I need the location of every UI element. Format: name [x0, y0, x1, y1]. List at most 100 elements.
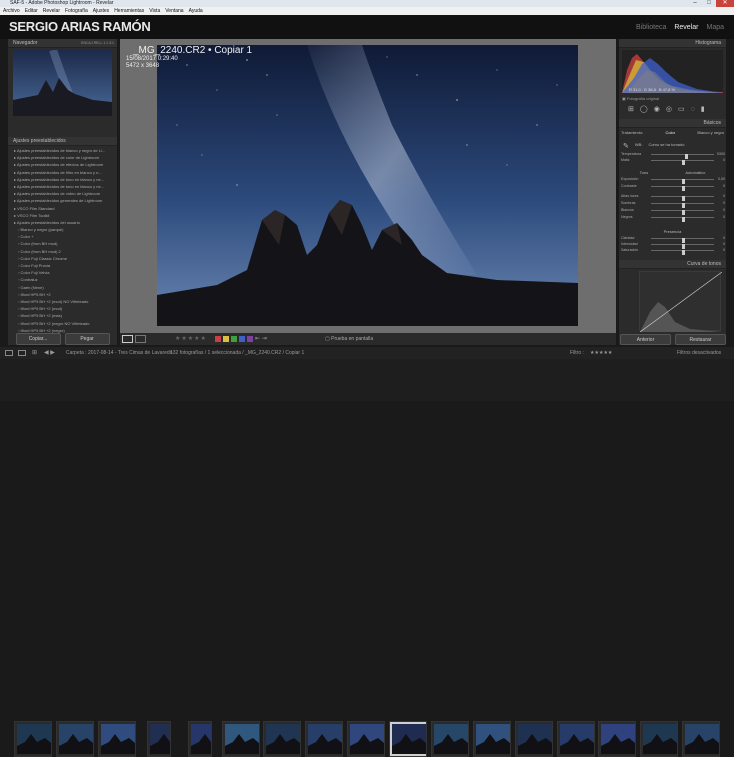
preset-item[interactable]: ▸ Ajustes preestablecidos de blanco y ne…	[8, 147, 117, 154]
zoom-1-1[interactable]: 1:1	[103, 41, 108, 45]
preset-item[interactable]: ▫ Ilford HP5 BH +2	[8, 291, 117, 298]
preset-item[interactable]: ▫ Blanco y negro (parque)	[8, 226, 117, 233]
slider-knob[interactable]	[681, 217, 685, 222]
filter-stars[interactable]: ★★★★★	[590, 347, 612, 359]
folder-path[interactable]: Carpeta : 2017-08-14 - Tres Cimas de Lav…	[66, 347, 172, 359]
navigator-preview[interactable]	[13, 50, 112, 116]
window-1-icon[interactable]	[5, 350, 13, 356]
main-photo[interactable]	[157, 45, 578, 326]
preset-item[interactable]: ▸ Ajustes preestablecidos generales de L…	[8, 197, 117, 204]
slider-value[interactable]: 0	[723, 242, 725, 247]
loupe-view-icon[interactable]	[122, 335, 133, 343]
preset-item[interactable]: ▸ Ajustes preestablecidos de vídeo de Li…	[8, 190, 117, 197]
window-2-icon[interactable]	[18, 350, 26, 356]
filmstrip-thumb[interactable]	[682, 721, 720, 757]
grid-icon[interactable]: ⊞	[628, 105, 634, 113]
slider-value[interactable]: 0	[723, 194, 725, 199]
navigator-header[interactable]: Navegador ENCAJ RELL 1:1 3:1	[8, 39, 117, 48]
preset-item[interactable]: ▸ Ajustes preestablecidos de color de Li…	[8, 154, 117, 161]
color-label-2[interactable]	[231, 336, 237, 342]
eyedropper-icon[interactable]: ✎	[623, 142, 629, 150]
crop-icon[interactable]: ◯	[640, 105, 648, 113]
zoom-fit[interactable]: ENCAJ	[81, 41, 92, 45]
filmstrip-thumb[interactable]	[98, 721, 136, 757]
preset-item[interactable]: ▸ VSCO Film Toolkit	[8, 212, 117, 219]
slider-value[interactable]: 0	[723, 236, 725, 241]
preset-item[interactable]: ▸ VSCO Film Standard	[8, 205, 117, 212]
slider-value[interactable]: 5300	[717, 152, 725, 157]
reset-button[interactable]: Restaurar	[675, 334, 726, 345]
tone-curve-header[interactable]: Curva de tonos	[619, 260, 726, 269]
filmstrip-thumb[interactable]	[640, 721, 678, 757]
paste-button[interactable]: Pegar	[64, 333, 110, 345]
preset-item[interactable]: ▸ Ajustes preestablecidos del usuario	[8, 219, 117, 226]
menu-item-8[interactable]: Ayuda	[189, 8, 203, 14]
back-forward-icon[interactable]: ◀ ▶	[44, 347, 55, 359]
menu-item-6[interactable]: Vista	[149, 8, 160, 14]
nav-arrows-icon[interactable]: ⇤ ⇥	[255, 335, 267, 342]
filmstrip-thumb[interactable]	[431, 721, 469, 757]
slider-value[interactable]: 0	[723, 184, 725, 189]
histogram-header[interactable]: Histograma	[619, 39, 726, 48]
preset-item[interactable]: ▸ Ajustes preestablecidos de tono en bla…	[8, 176, 117, 183]
filmstrip-thumb[interactable]	[347, 721, 385, 757]
auto-button[interactable]: Automático	[685, 170, 705, 175]
compare-view-icon[interactable]	[135, 335, 146, 343]
module-develop[interactable]: Revelar	[674, 24, 698, 31]
slider-track[interactable]	[651, 186, 714, 191]
slider-value[interactable]: 0	[723, 248, 725, 253]
menu-item-0[interactable]: Archivo	[3, 8, 20, 14]
filmstrip-thumb[interactable]	[598, 721, 636, 757]
presets-header[interactable]: Ajustes preestablecidos	[8, 137, 117, 146]
module-map[interactable]: Mapa	[706, 24, 724, 31]
slider-knob[interactable]	[681, 186, 685, 191]
rating-stars[interactable]: ★★★★★	[175, 335, 207, 342]
close-icon[interactable]: ✕	[716, 0, 734, 7]
preset-item[interactable]: ▫ Color Fuji Provia	[8, 262, 117, 269]
filmstrip-thumb[interactable]	[305, 721, 343, 757]
menu-item-4[interactable]: Ajustes	[93, 8, 109, 14]
preset-item[interactable]: ▸ Ajustes preestablecidos de efectos de …	[8, 161, 117, 168]
slider-track[interactable]	[651, 179, 714, 184]
preset-item[interactable]: ▫ Color Fuji Velvia	[8, 269, 117, 276]
menu-item-3[interactable]: Fotografía	[65, 8, 88, 14]
zoom-fill[interactable]: RELL	[94, 41, 103, 45]
treatment-bw[interactable]: Blanco y negro	[697, 130, 724, 135]
slider-track[interactable]	[651, 217, 714, 222]
slider-track[interactable]	[651, 238, 714, 243]
menu-item-1[interactable]: Editar	[25, 8, 38, 14]
filmstrip-thumb[interactable]	[14, 721, 52, 757]
filmstrip-thumb[interactable]	[263, 721, 301, 757]
preset-item[interactable]: ▫ Color +	[8, 233, 117, 240]
color-label-0[interactable]	[215, 336, 221, 342]
slider-track[interactable]	[651, 196, 714, 201]
preset-item[interactable]: ▫ Gaén (Nene)	[8, 284, 117, 291]
preset-item[interactable]: ▫ Ilford HP5 BH +2 (mod) NO Viñeteado	[8, 298, 117, 305]
preset-item[interactable]: ▫ Color (from BH mod) 2	[8, 248, 117, 255]
slider-track[interactable]	[651, 160, 714, 165]
slider-knob[interactable]	[681, 250, 685, 255]
preset-item[interactable]: ▫ Ilford HP5 BH +2 (mod)	[8, 305, 117, 312]
tone-curve[interactable]	[639, 271, 723, 333]
menu-item-2[interactable]: Revelar	[43, 8, 60, 14]
preset-item[interactable]: ▫ Ilford HP5 BH +2 (más)	[8, 312, 117, 319]
graduated-filter-icon[interactable]: ▭	[678, 105, 685, 113]
filmstrip-thumb[interactable]	[473, 721, 511, 757]
slider-track[interactable]	[651, 210, 714, 215]
preset-item[interactable]: ▸ Ajustes preestablecidos de filtro en b…	[8, 169, 117, 176]
filmstrip-thumb[interactable]	[222, 721, 260, 757]
slider-track[interactable]	[651, 203, 714, 208]
slider-track[interactable]	[651, 154, 714, 159]
filmstrip-thumb[interactable]	[515, 721, 553, 757]
slider-value[interactable]: 0	[723, 158, 725, 163]
color-label-1[interactable]	[223, 336, 229, 342]
previous-button[interactable]: Anterior	[620, 334, 671, 345]
radial-filter-icon[interactable]: ◌	[691, 106, 695, 113]
preset-item[interactable]: ▫ Color (from BH mod)	[8, 240, 117, 247]
preset-item[interactable]: ▫ Ilford HP5 BH +2 (negro NO Viñeteado	[8, 320, 117, 327]
slider-value[interactable]: 0	[723, 201, 725, 206]
color-label-4[interactable]	[247, 336, 253, 342]
basic-header[interactable]: Básicos	[619, 119, 726, 128]
filmstrip-thumb[interactable]	[56, 721, 94, 757]
slider-value[interactable]: 0	[723, 215, 725, 220]
